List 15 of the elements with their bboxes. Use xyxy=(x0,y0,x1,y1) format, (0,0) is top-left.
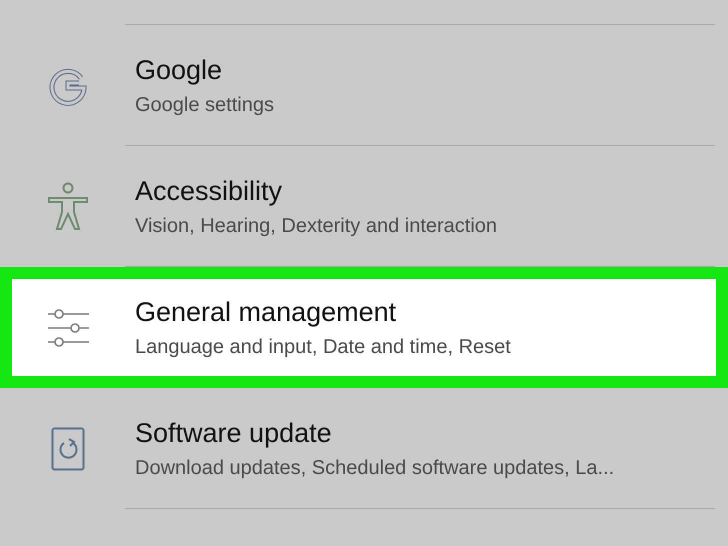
setting-title: Accessibility xyxy=(135,176,282,206)
person-icon xyxy=(46,182,90,232)
settings-item[interactable]: Accessibility Vision, Hearing, Dexterity and interaction xyxy=(0,146,728,267)
setting-title: General management xyxy=(135,296,396,328)
setting-title: Google xyxy=(135,54,222,86)
settings-item[interactable]: Software update Download updates, Scheduled software updates, La... xyxy=(0,388,728,509)
sliders-icon xyxy=(46,308,88,346)
phone-refresh-icon xyxy=(50,426,84,470)
setting-subtitle: Language and input, Date and time, Reset xyxy=(135,336,511,358)
setting-title: Software update xyxy=(135,418,332,448)
setting-subtitle: Download updates, Scheduled software updates, La... xyxy=(135,456,614,480)
setting-subtitle: Vision, Hearing, Dexterity and interaction xyxy=(135,214,498,238)
settings-item[interactable]: General management Language and input, Date and time, Reset xyxy=(0,267,728,388)
settings-item[interactable]: Google Google settings xyxy=(0,25,728,146)
setting-subtitle: Google settings xyxy=(135,94,274,116)
